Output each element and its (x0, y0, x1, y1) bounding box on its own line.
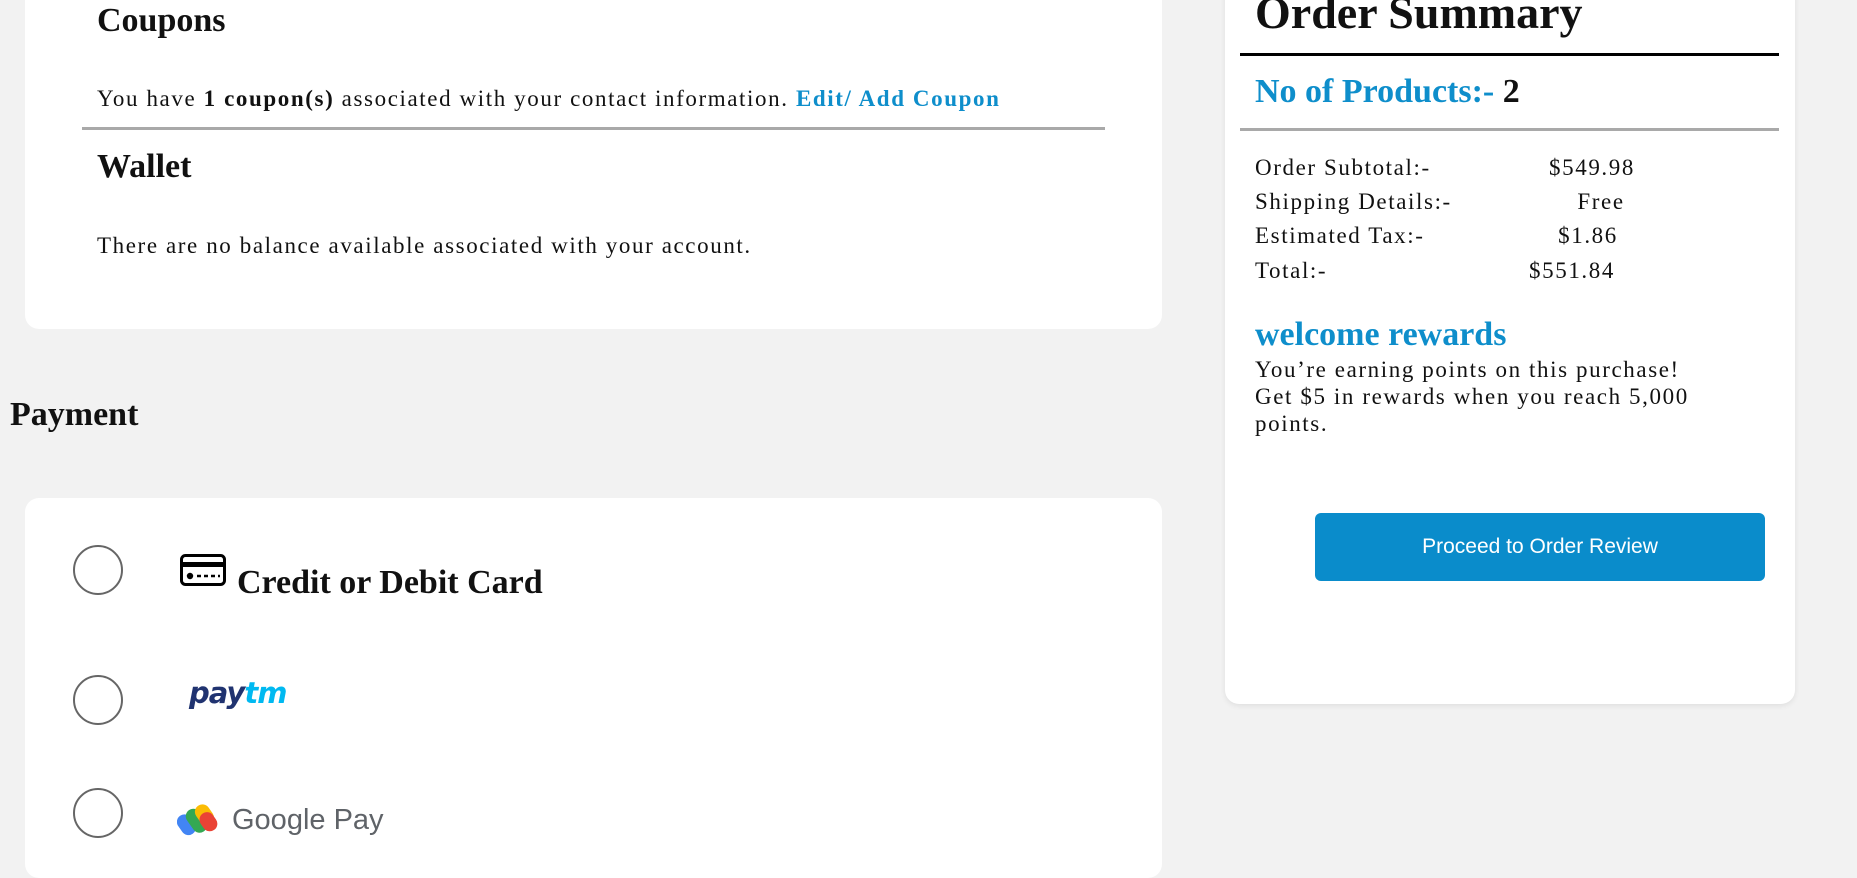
estimated-tax-value: $1.86 (1558, 223, 1618, 248)
paytm-logo: paytm (189, 676, 287, 710)
credit-card-radio[interactable] (73, 545, 123, 595)
order-subtotal-value: $549.98 (1549, 155, 1635, 180)
shipping-label: Shipping Details:- (1255, 189, 1452, 214)
credit-card-label: Credit or Debit Card (237, 564, 543, 601)
google-pay-label: Google Pay (232, 804, 384, 836)
products-count-line: No of Products:- 2 (1255, 73, 1520, 111)
estimated-tax-label: Estimated Tax:- (1255, 223, 1425, 248)
google-pay-logo-icon (176, 802, 219, 843)
coupons-divider (82, 127, 1105, 130)
payment-heading: Payment (10, 396, 139, 433)
credit-card-icon (180, 554, 226, 591)
edit-add-coupon-link[interactable]: Edit/ Add Coupon (796, 86, 1001, 111)
products-count: 2 (1502, 73, 1520, 110)
rewards-text-line-2: Get $5 in rewards when you reach 5,000 (1255, 384, 1689, 409)
wallet-heading: Wallet (97, 148, 192, 185)
rewards-text-line-1: You’re earning points on this purchase! (1255, 357, 1680, 382)
coupons-text-after: associated with your contact information… (334, 86, 796, 111)
google-pay-radio[interactable] (73, 788, 123, 838)
coupons-heading: Coupons (97, 2, 226, 39)
total-label: Total:- (1255, 258, 1328, 283)
coupon-count: 1 coupon(s) (203, 86, 335, 111)
products-label: No of Products:- (1255, 73, 1503, 110)
coupons-wallet-card (25, 0, 1162, 329)
total-value: $551.84 (1529, 258, 1615, 283)
order-summary-title: Order Summary (1255, 0, 1583, 38)
order-summary-divider (1240, 53, 1779, 56)
order-subtotal-label: Order Subtotal:- (1255, 155, 1431, 180)
coupons-text-before: You have (97, 86, 204, 111)
paytm-radio[interactable] (73, 675, 123, 725)
rewards-text-line-3: points. (1255, 411, 1329, 436)
shipping-value: Free (1577, 189, 1625, 214)
products-divider (1240, 128, 1779, 131)
wallet-message: There are no balance available associate… (97, 233, 752, 258)
proceed-to-order-review-button[interactable]: Proceed to Order Review (1315, 513, 1765, 581)
rewards-title: welcome rewards (1255, 316, 1507, 353)
coupons-info: You have 1 coupon(s) associated with you… (97, 86, 1001, 112)
